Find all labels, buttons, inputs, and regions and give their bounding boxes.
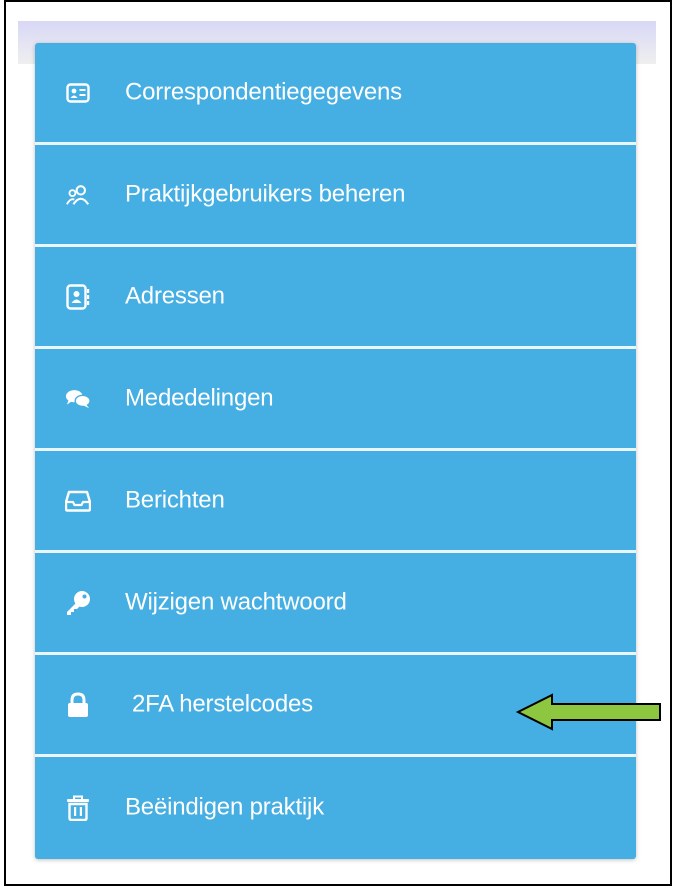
address-book-icon [65, 283, 91, 310]
green-arrow-annotation [516, 693, 661, 731]
menu-item-mededelingen[interactable]: Mededelingen [35, 349, 636, 451]
id-card-icon [65, 80, 91, 106]
menu-item-label: Praktijkgebruikers beheren [125, 179, 406, 207]
lock-icon [65, 691, 91, 718]
menu-item-label: Adressen [125, 281, 225, 309]
menu-item-praktijkgebruikers-beheren[interactable]: Praktijkgebruikers beheren [35, 145, 636, 247]
users-icon [65, 182, 91, 208]
menu-item-label: Beëindigen praktijk [125, 793, 324, 821]
menu-item-label: 2FA herstelcodes [132, 689, 313, 717]
comments-icon [65, 386, 91, 412]
menu-item-wijzigen-wachtwoord[interactable]: Wijzigen wachtwoord [35, 553, 636, 655]
menu-item-label: Berichten [125, 485, 225, 513]
account-dropdown-menu: Correspondentiegegevens Praktijkgebruike… [35, 43, 636, 859]
menu-item-label: Mededelingen [125, 383, 274, 411]
trash-icon [65, 795, 91, 821]
menu-item-beeindigen-praktijk[interactable]: Beëindigen praktijk [35, 757, 636, 859]
menu-item-berichten[interactable]: Berichten [35, 451, 636, 553]
menu-item-adressen[interactable]: Adressen [35, 247, 636, 349]
menu-item-label: Wijzigen wachtwoord [125, 587, 347, 615]
key-icon [65, 590, 91, 616]
inbox-icon [65, 488, 91, 514]
menu-item-label: Correspondentiegegevens [125, 77, 402, 105]
menu-item-correspondentiegegevens[interactable]: Correspondentiegegevens [35, 43, 636, 145]
